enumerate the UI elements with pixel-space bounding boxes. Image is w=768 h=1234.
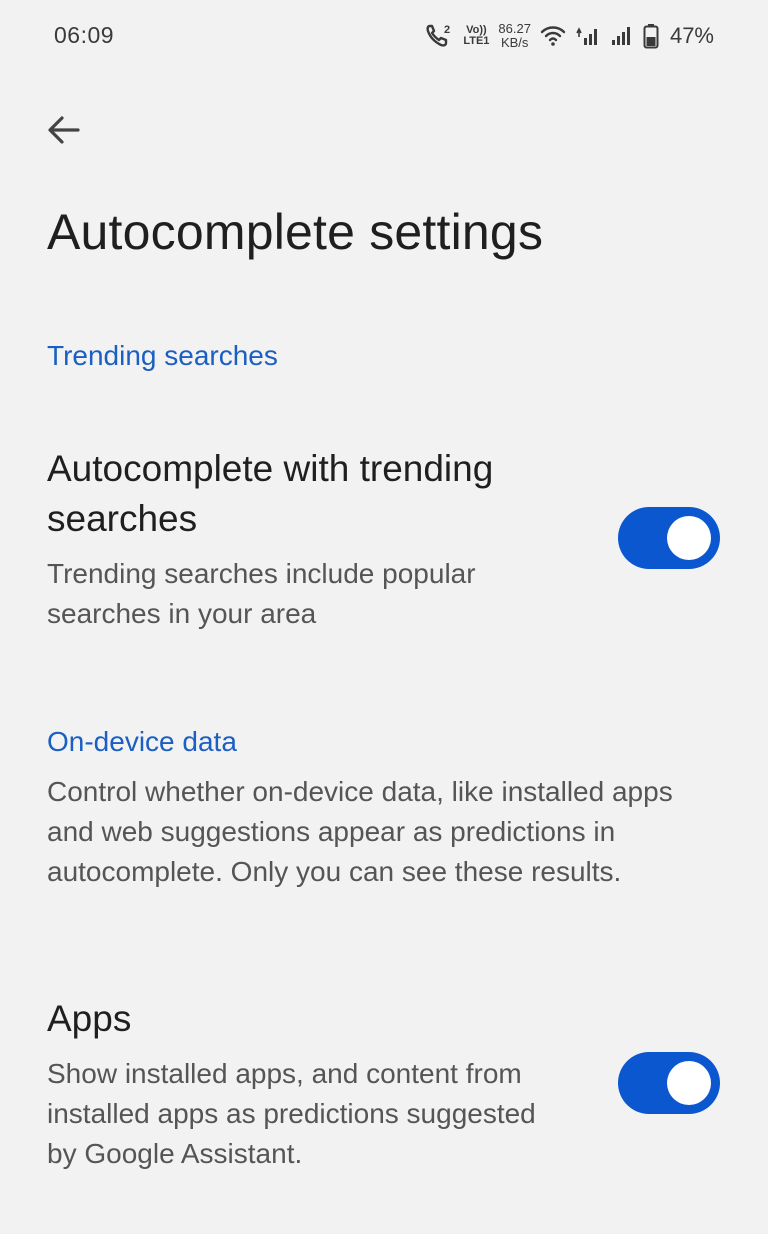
toggle-knob — [667, 516, 711, 560]
section-header-on-device: On-device data — [47, 726, 237, 757]
volte-label-bottom: LTE1 — [463, 35, 490, 47]
setting-title: Apps — [47, 998, 132, 1039]
net-speed-value: 86.27 — [498, 21, 531, 36]
settings-screen: 06:09 2 Vo)) LTE1 86.27 KB/s 47% Autocom… — [0, 0, 768, 1234]
section-header-trending: Trending searches — [47, 340, 278, 371]
back-button[interactable] — [34, 102, 94, 162]
setting-description: Show installed apps, and content from in… — [47, 1058, 536, 1169]
net-speed-unit: KB/s — [500, 35, 529, 50]
back-arrow-icon — [46, 114, 82, 151]
call-icon: 2 — [424, 22, 454, 50]
apps-toggle[interactable] — [618, 1052, 720, 1114]
on-device-description: Control whether on-device data, like ins… — [47, 776, 673, 887]
net-speed: 86.27 KB/s — [498, 22, 531, 50]
trending-searches-toggle[interactable] — [618, 507, 720, 569]
battery-icon — [643, 23, 659, 49]
setting-description: Trending searches include popular search… — [47, 558, 476, 629]
signal-icon — [610, 25, 634, 47]
signal-icon — [575, 25, 601, 47]
status-time: 06:09 — [54, 22, 115, 48]
wifi-icon — [540, 25, 566, 47]
page-title: Autocomplete settings — [47, 204, 544, 260]
battery-percent: 47% — [669, 23, 714, 48]
status-bar: 06:09 2 Vo)) LTE1 86.27 KB/s 47% — [0, 0, 768, 72]
status-icons: 2 Vo)) LTE1 86.27 KB/s 47% — [424, 18, 714, 54]
toggle-knob — [667, 1061, 711, 1105]
svg-text:2: 2 — [444, 24, 450, 36]
setting-title: Autocomplete with trending searches — [47, 448, 494, 539]
volte-icon: Vo)) LTE1 — [463, 25, 489, 47]
